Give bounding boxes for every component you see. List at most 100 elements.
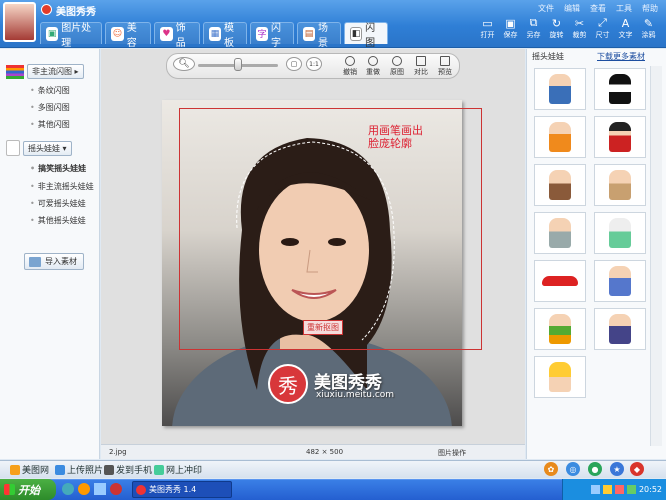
tray-icon[interactable] [602,485,612,494]
category-dropdown-bobblehead[interactable]: 摇头娃娃 ▾ [23,140,72,156]
material-thumbnail[interactable] [534,308,586,350]
open-button[interactable]: ▭ 打开 [476,16,499,40]
meitu-icon [10,464,20,475]
menu-tools[interactable]: 工具 [616,3,632,14]
actual-size-button[interactable]: 1:1 [306,57,322,71]
undo-button[interactable]: 撤销 [339,56,361,77]
scene-icon: ▤ [303,26,315,41]
watermark-logo: 秀 [268,364,308,404]
zoom-slider-handle[interactable] [234,58,242,71]
share-icon-5[interactable]: ◆ [630,462,644,476]
import-material-button[interactable]: 导入素材 [24,253,84,270]
crop-button[interactable]: ✂ 裁剪 [568,16,591,40]
material-thumbnail[interactable] [534,68,586,110]
redo-icon [368,56,378,66]
tab-template[interactable]: ▦ 模板 [203,22,247,49]
desktop-icon[interactable] [94,483,106,495]
save-button[interactable]: ▣ 保存 [499,16,522,40]
start-button[interactable]: 开始 [0,479,56,500]
material-thumbnail[interactable] [534,212,586,254]
share-icon-3[interactable]: ● [588,462,602,476]
category-dropdown-flash[interactable]: 非主流闪图 ▸ [27,64,84,79]
material-thumbnail[interactable] [594,116,646,158]
material-thumbnail[interactable] [594,260,646,302]
sidebar-item-other-bobblehead[interactable]: 其他摇头娃娃 [30,215,86,226]
status-bar: 2.jpg 482 × 500 图片操作 [101,444,525,459]
online-print-link[interactable]: 网上冲印 [154,463,202,476]
text-button[interactable]: A 文字 [614,16,637,40]
tab-flash-image[interactable]: ◧ 闪图 [344,22,388,49]
flash-image-icon: ◧ [350,26,363,41]
material-thumbnail[interactable] [594,212,646,254]
sidebar-item-stripe-flash[interactable]: 条纹闪图 [30,85,70,96]
tray-icon[interactable] [614,485,624,494]
category-flash-group: 非主流闪图 ▸ [6,64,84,79]
redo-button[interactable]: 重做 [362,56,384,77]
original-button[interactable]: 原图 [386,56,408,77]
taskbar-app-button[interactable]: 美图秀秀 1.4 [132,481,232,498]
menu-edit[interactable]: 编辑 [564,3,580,14]
material-thumbnail[interactable] [534,356,586,398]
zoom-out-button[interactable]: 🔍︎ [173,57,195,71]
resize-button[interactable]: ⤢ 尺寸 [591,16,614,40]
resize-icon: ⤢ [598,16,607,29]
tab-flash-text[interactable]: 字闪字 [250,22,294,49]
menu-bar: 文件 编辑 查看 工具 帮助 [538,3,658,14]
quick-launch [62,483,122,495]
material-scrollbar[interactable] [650,66,662,446]
tab-picture-edit[interactable]: ▣ 图片处理 [40,22,102,49]
download-more-link[interactable]: 下载更多素材 [597,51,645,62]
sidebar-item-funny-bobblehead[interactable]: 搞笑摇头娃娃 [30,163,86,174]
doodle-button[interactable]: ✎ 涂鸦 [637,16,660,40]
menu-help[interactable]: 帮助 [642,3,658,14]
sidebar-item-alt-bobblehead[interactable]: 非主流摇头娃娃 [30,181,94,192]
material-thumbnail[interactable] [594,68,646,110]
sidebar-item-cute-bobblehead[interactable]: 可爱摇头娃娃 [30,198,86,209]
sidebar-item-other-flash[interactable]: 其他闪图 [30,119,70,130]
app-shortcut-icon[interactable] [110,483,122,495]
upload-photo-link[interactable]: 上传照片 [55,463,103,476]
file-name: 2.jpg [109,448,127,456]
accessory-icon: ♥ [160,26,173,41]
share-icon-1[interactable]: ✿ [544,462,558,476]
save-as-button[interactable]: ⧉ 另存 [522,16,545,40]
template-icon: ▦ [209,26,221,41]
menu-view[interactable]: 查看 [590,3,606,14]
material-thumbnail[interactable] [534,260,586,302]
material-thumbnail[interactable] [534,116,586,158]
mode-label: 图片操作 [438,449,466,457]
tray-icon[interactable] [626,485,636,494]
selection-rectangle[interactable] [179,108,482,350]
phone-icon [104,464,114,475]
doodle-icon: ✎ [643,16,654,30]
share-icon-4[interactable]: ★ [610,462,624,476]
undo-icon [345,56,355,66]
preview-icon [440,56,450,66]
meitu-link[interactable]: 美图网 [10,463,49,476]
tab-beauty[interactable]: ☺ 美容 [105,22,151,49]
save-as-icon: ⧉ [529,16,538,29]
avatar[interactable] [3,2,36,42]
text-icon: A [621,16,630,30]
reselect-button[interactable]: 重新抠图 [303,320,343,335]
tab-accessory[interactable]: ♥ 饰品 [154,22,200,49]
rotate-button[interactable]: ↻ 旋转 [545,16,568,40]
compare-button[interactable]: 对比 [410,56,432,77]
share-icon-2[interactable]: ◎ [566,462,580,476]
ie-icon[interactable] [62,483,74,495]
menu-file[interactable]: 文件 [538,3,554,14]
preview-button[interactable]: 预览 [434,56,456,77]
material-thumbnail[interactable] [534,164,586,206]
material-grid [534,68,646,398]
image-dimensions: 482 × 500 [306,448,344,456]
material-thumbnail[interactable] [594,308,646,350]
tab-scene[interactable]: ▤ 场景 [297,22,341,49]
qq-icon[interactable] [78,483,90,495]
send-to-phone-link[interactable]: 发到手机 [104,463,152,476]
sidebar-item-multi-flash[interactable]: 多图闪图 [30,102,70,113]
tray-icon[interactable] [590,485,600,494]
draw-outline-hint: 用画笔画出脸庞轮廓 [368,124,423,150]
upload-icon [55,464,65,475]
fit-window-button[interactable]: ▢ [286,57,302,71]
material-thumbnail[interactable] [594,164,646,206]
